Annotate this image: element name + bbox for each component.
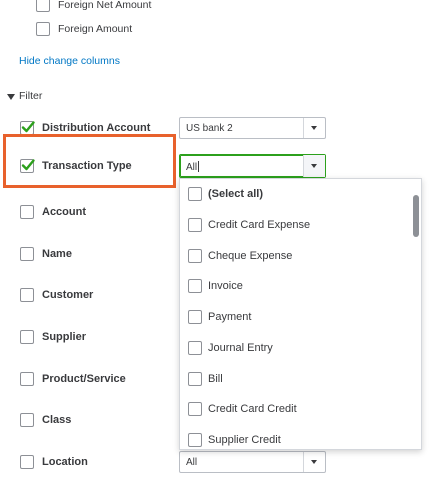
option-label: Bill	[208, 373, 223, 385]
supplier-checkbox[interactable]	[20, 330, 34, 344]
location-checkbox[interactable]	[20, 455, 34, 469]
location-select[interactable]: All	[179, 451, 326, 473]
name-label: Name	[42, 248, 72, 260]
supplier-label: Supplier	[42, 331, 87, 343]
account-label: Account	[42, 206, 86, 218]
option-label: Invoice	[208, 280, 243, 292]
filter-collapse-icon[interactable]	[7, 94, 15, 100]
transaction-type-checkbox[interactable]	[20, 159, 35, 173]
class-checkbox[interactable]	[20, 413, 34, 427]
customer-checkbox[interactable]	[20, 288, 34, 302]
option-label: Credit Card Expense	[208, 219, 311, 231]
foreign-net-amount-label: Foreign Net Amount	[58, 0, 152, 11]
distribution-account-select[interactable]: US bank 2	[179, 117, 326, 139]
chevron-down-icon[interactable]	[303, 155, 325, 177]
option-checkbox[interactable]	[188, 310, 202, 324]
foreign-amount-checkbox[interactable]	[36, 22, 50, 36]
location-label: Location	[42, 456, 88, 468]
transaction-type-value: All	[186, 161, 200, 173]
product-service-label: Product/Service	[42, 373, 126, 385]
option-checkbox[interactable]	[188, 402, 202, 416]
option-checkbox[interactable]	[188, 218, 202, 232]
option-label: Cheque Expense	[208, 250, 293, 262]
option-label: Credit Card Credit	[208, 403, 297, 415]
transaction-type-dropdown-list[interactable]: (Select all) Credit Card Expense Cheque …	[179, 178, 422, 450]
option-checkbox[interactable]	[188, 187, 202, 201]
option-checkbox[interactable]	[188, 279, 202, 293]
hide-change-columns-link[interactable]: Hide change columns	[19, 55, 120, 67]
name-checkbox[interactable]	[20, 247, 34, 261]
option-label: Payment	[208, 311, 252, 323]
option-label: Supplier Credit	[208, 434, 281, 446]
account-checkbox[interactable]	[20, 205, 34, 219]
distribution-account-checkbox[interactable]	[20, 121, 35, 135]
chevron-down-icon[interactable]	[303, 118, 325, 138]
customer-label: Customer	[42, 289, 94, 301]
chevron-down-icon[interactable]	[303, 452, 325, 472]
checkmark-icon	[21, 159, 35, 171]
option-checkbox[interactable]	[188, 372, 202, 386]
product-service-checkbox[interactable]	[20, 372, 34, 386]
dropdown-scrollbar[interactable]	[413, 195, 419, 237]
option-checkbox[interactable]	[188, 341, 202, 355]
checkmark-icon	[21, 121, 35, 133]
foreign-net-amount-checkbox[interactable]	[36, 0, 50, 12]
filter-title: Filter	[19, 90, 43, 102]
distribution-account-label: Distribution Account	[42, 122, 151, 134]
option-checkbox[interactable]	[188, 433, 202, 447]
transaction-type-select[interactable]: All	[179, 154, 326, 178]
distribution-account-value: US bank 2	[186, 123, 233, 134]
location-value: All	[186, 457, 198, 468]
foreign-amount-label: Foreign Amount	[58, 23, 133, 35]
class-label: Class	[42, 414, 72, 426]
option-label: (Select all)	[208, 188, 264, 200]
option-checkbox[interactable]	[188, 249, 202, 263]
transaction-type-label: Transaction Type	[42, 160, 132, 172]
option-label: Journal Entry	[208, 342, 273, 354]
